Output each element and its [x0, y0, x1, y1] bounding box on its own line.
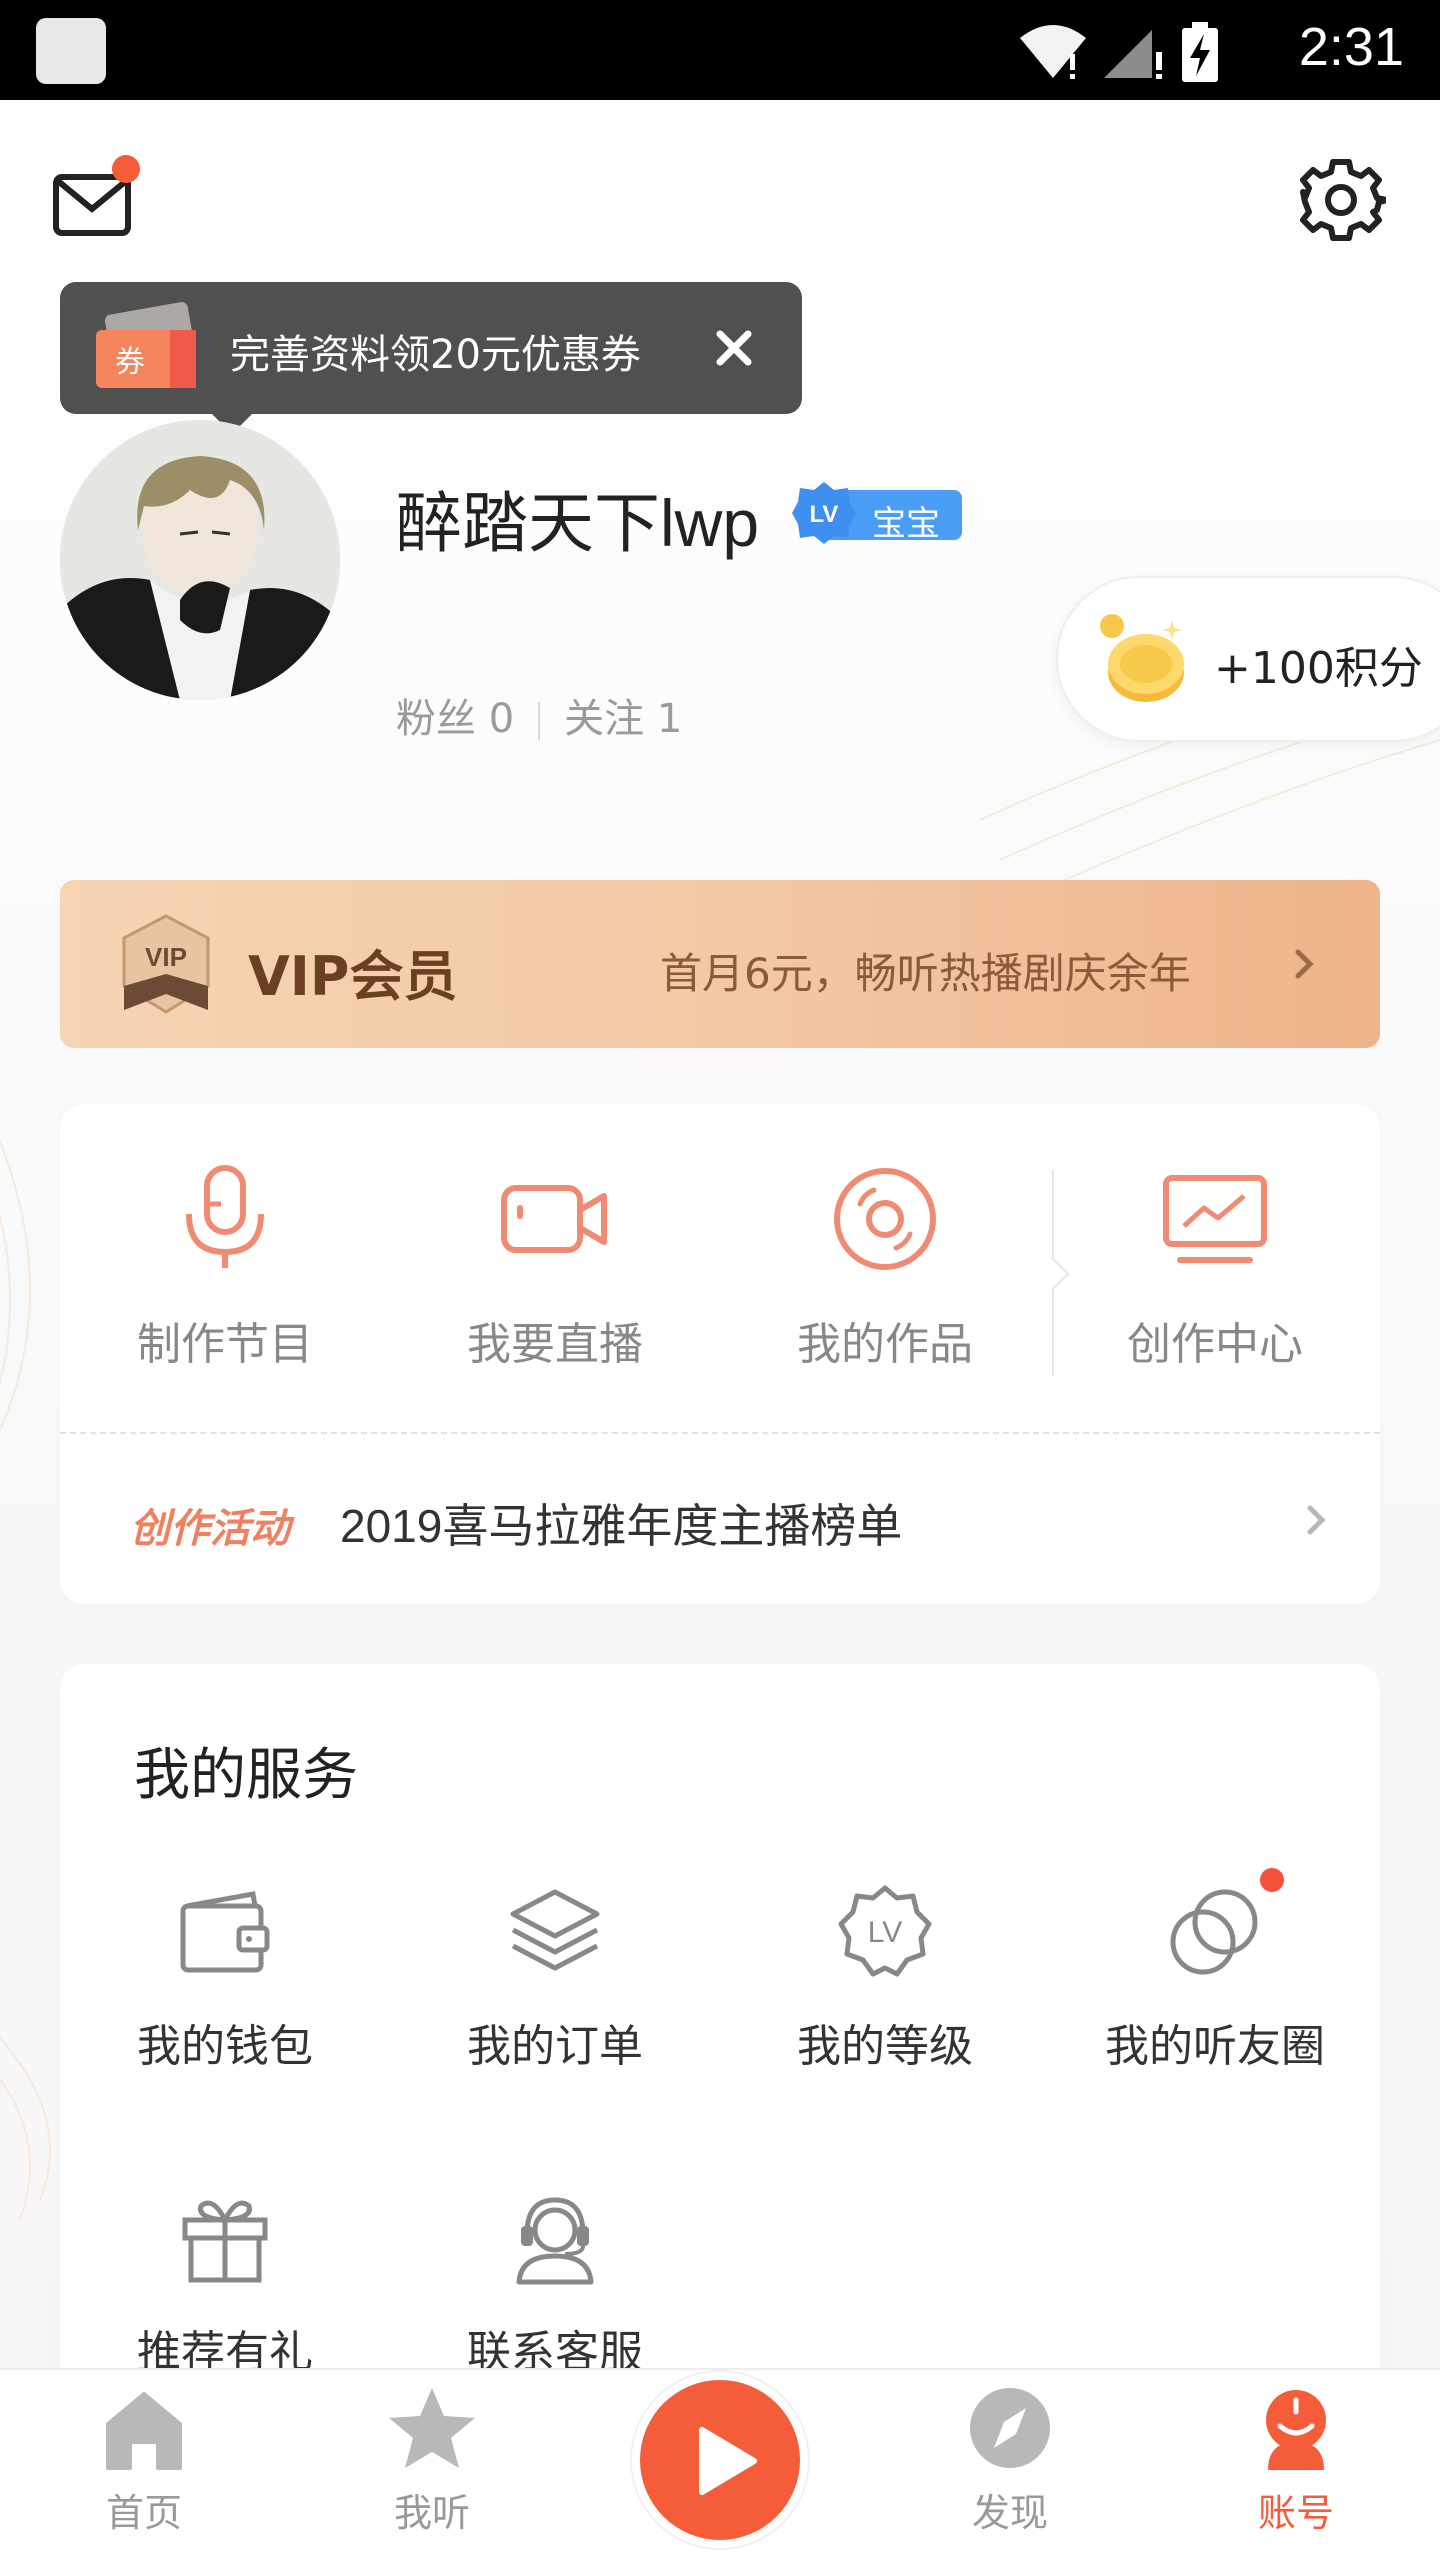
level-badge-text: 宝宝: [872, 504, 940, 544]
coupon-tooltip[interactable]: 券 完善资料领20元优惠券: [60, 282, 802, 434]
compass-icon: [970, 2388, 1050, 2468]
level-prefix: LV: [810, 501, 839, 528]
dashed-divider: [60, 1432, 1380, 1434]
level-button[interactable]: LV 我的等级: [720, 1884, 1050, 2094]
follow-stats: 粉丝 0 关注 1: [396, 686, 682, 744]
my-works-button[interactable]: 我的作品: [720, 1164, 1050, 1394]
go-live-button[interactable]: 我要直播: [390, 1164, 720, 1394]
tab-home-label: 首页: [105, 2491, 182, 2535]
listener-circle-button[interactable]: 我的听友圈: [1050, 1868, 1380, 2094]
vip-banner[interactable]: VIP VIP会员 首月6元，畅听热播剧庆余年: [60, 880, 1380, 1048]
disc-icon: [834, 1168, 936, 1270]
cellular-signal-icon: [1104, 30, 1162, 79]
wallet-icon: [180, 1891, 270, 1973]
notification-dot: [112, 155, 140, 183]
creator-card: 制作节目 我要直播 我的作品 创作中心 创作活动 2019喜马拉雅年度主播榜单: [60, 1104, 1380, 1604]
vip-emblem-text: VIP: [145, 942, 187, 972]
following-count[interactable]: 关注 1: [564, 696, 682, 742]
listener-circle-notification-dot: [1260, 1868, 1284, 1892]
home-icon: [106, 2392, 182, 2470]
message-button[interactable]: [50, 155, 140, 245]
tab-account[interactable]: 账号: [1196, 2386, 1396, 2556]
app-notification-icon: [36, 18, 106, 84]
vip-title: VIP会员: [248, 945, 458, 1008]
level-glyph: LV: [868, 1916, 902, 1949]
bottom-tab-bar: 首页 我听 发现 账号: [0, 2368, 1440, 2560]
play-button[interactable]: [640, 2380, 800, 2540]
fans-count[interactable]: 粉丝 0: [396, 696, 514, 742]
avatar-illustration: [60, 420, 340, 700]
account-icon: [1266, 2390, 1326, 2470]
referral-button[interactable]: 推荐有礼: [60, 2190, 390, 2368]
username: 醉踏天下lwp: [396, 486, 760, 560]
orders-button[interactable]: 我的订单: [390, 1884, 720, 2094]
referral-label: 推荐有礼: [137, 2327, 313, 2368]
chevron-right-icon[interactable]: [1304, 1500, 1330, 1540]
layers-icon: [510, 1889, 600, 1971]
customer-service-label: 联系客服: [467, 2327, 643, 2368]
tab-discover[interactable]: 发现: [910, 2386, 1110, 2556]
activity-link[interactable]: 2019喜马拉雅年度主播榜单: [340, 1490, 902, 1556]
coupon-tip-text: 完善资料领20元优惠券: [230, 332, 641, 378]
points-label: +100积分: [1214, 643, 1423, 694]
close-icon[interactable]: [706, 320, 762, 376]
creator-center-label: 创作中心: [1127, 1319, 1303, 1370]
vip-promo-text: 首月6元，畅听热播剧庆余年: [660, 949, 1191, 998]
vip-emblem-icon: VIP: [122, 914, 210, 1014]
create-program-button[interactable]: 制作节目: [60, 1164, 390, 1394]
coupon-ticket-icon: 券: [96, 302, 196, 388]
ticket-label: 券: [115, 345, 145, 380]
go-live-label: 我要直播: [467, 1319, 643, 1370]
services-card: 我的服务 我的钱包 我的订单 LV 我的等级 我的听友圈 推荐有礼 联系客服: [60, 1664, 1380, 2368]
gift-icon: [182, 2200, 268, 2283]
avatar[interactable]: [60, 420, 340, 700]
monitor-chart-icon: [1163, 1175, 1267, 1263]
listener-circle-label: 我的听友圈: [1105, 2021, 1325, 2072]
video-camera-icon: [501, 1185, 607, 1253]
star-icon: [389, 2388, 475, 2468]
tab-discover-label: 发现: [971, 2491, 1048, 2535]
wifi-icon: [1020, 25, 1086, 79]
tab-listen[interactable]: 我听: [332, 2386, 532, 2556]
microphone-icon: [186, 1165, 264, 1268]
orders-label: 我的订单: [467, 2021, 643, 2072]
level-badge[interactable]: LV 宝宝: [790, 480, 962, 544]
play-icon: [699, 2427, 757, 2495]
level-badge-icon: LV: [838, 1885, 932, 1977]
chevron-right-icon: [1295, 949, 1314, 979]
status-bar: 2:31: [0, 0, 1440, 100]
gear-icon: [1300, 159, 1390, 241]
circles-icon: [1170, 1889, 1258, 1975]
tab-home[interactable]: 首页: [44, 2386, 244, 2556]
account-page: 券 完善资料领20元优惠券 醉踏天下lwp LV 宝宝 粉丝 0 关注 1 +1…: [0, 100, 1440, 2368]
create-program-label: 制作节目: [137, 1319, 313, 1370]
points-button[interactable]: +100积分: [1056, 576, 1440, 742]
level-hex-icon: LV: [792, 482, 856, 544]
headset-icon: [516, 2197, 594, 2285]
wallet-label: 我的钱包: [137, 2021, 313, 2072]
clock: 2:31: [1298, 17, 1404, 77]
customer-service-button[interactable]: 联系客服: [390, 2190, 720, 2368]
creator-center-button[interactable]: 创作中心: [1050, 1164, 1380, 1394]
settings-button[interactable]: [1296, 155, 1390, 245]
battery-charging-icon: [1182, 22, 1218, 82]
system-icons: [1018, 22, 1220, 82]
my-works-label: 我的作品: [797, 1319, 973, 1370]
level-label: 我的等级: [797, 2021, 973, 2072]
tab-listen-label: 我听: [393, 2491, 470, 2535]
tab-account-label: 账号: [1257, 2491, 1334, 2535]
stats-divider: [538, 702, 541, 740]
activity-tag: 创作活动: [130, 1506, 290, 1552]
services-title: 我的服务: [134, 1743, 358, 1808]
coins-icon: [1100, 614, 1184, 702]
wallet-button[interactable]: 我的钱包: [60, 1884, 390, 2094]
